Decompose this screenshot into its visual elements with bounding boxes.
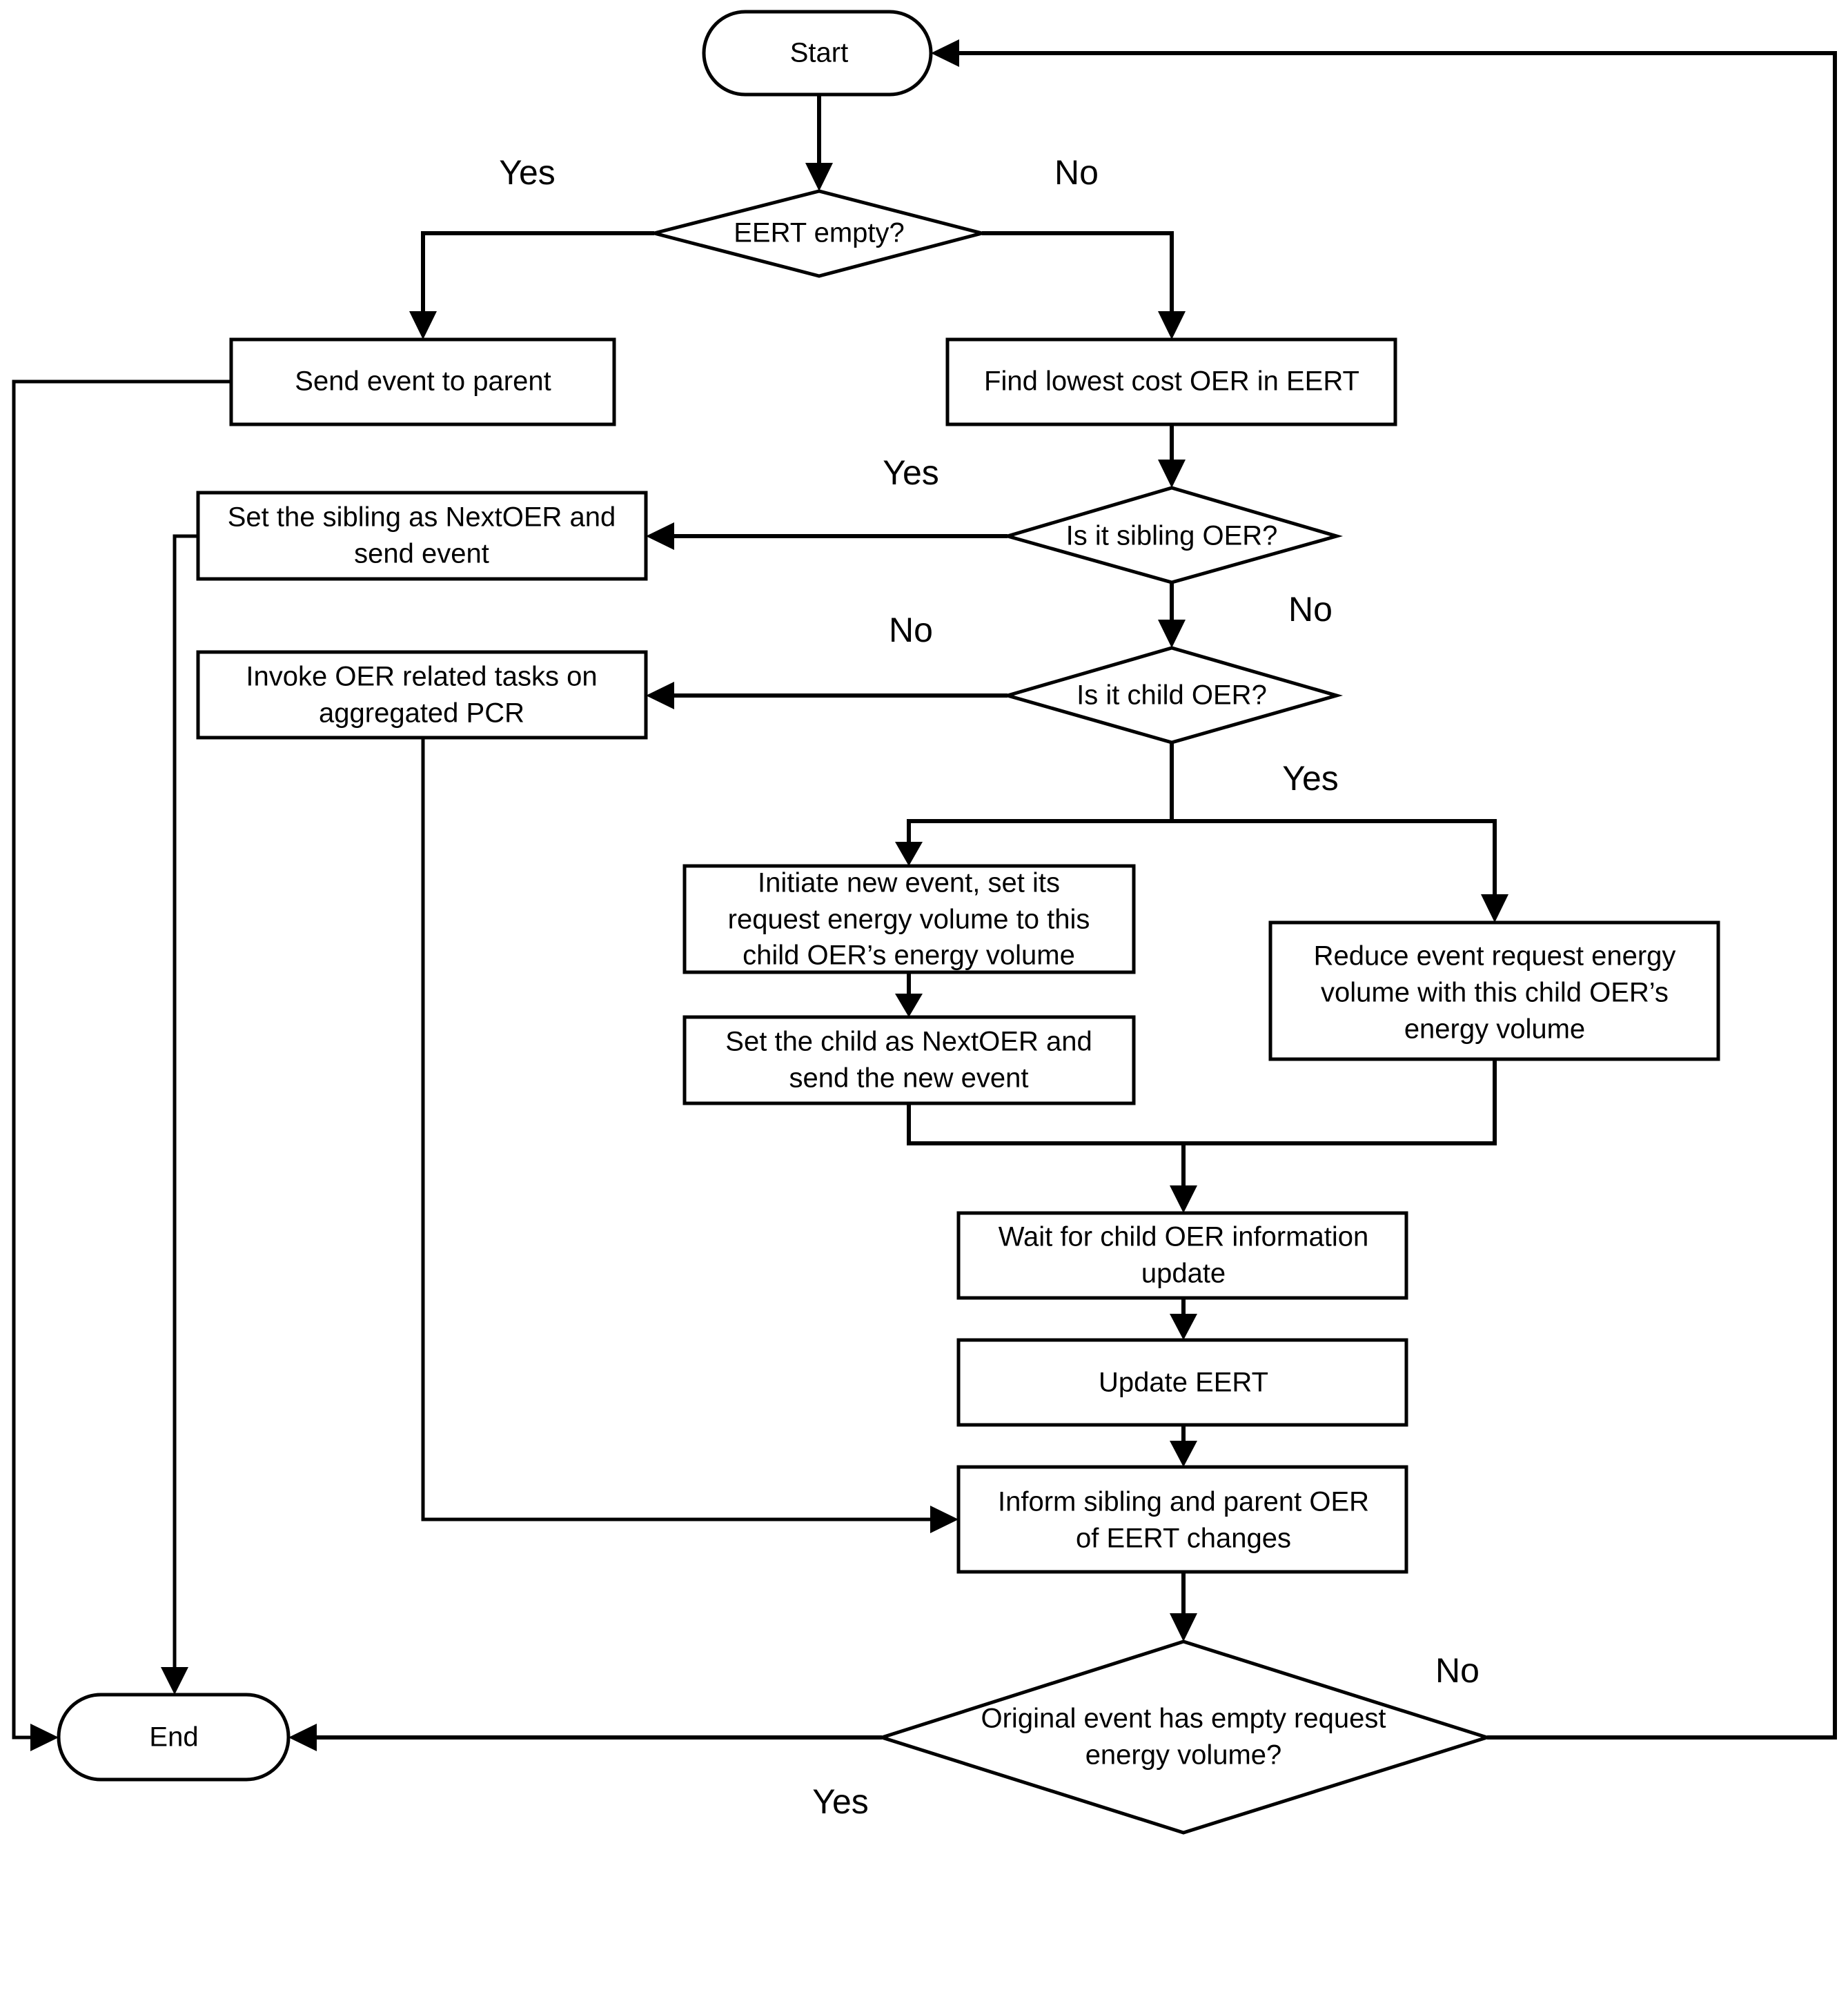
- node-update-eert-label: Update EERT: [1099, 1368, 1268, 1398]
- node-wait-update-label-2: update: [1141, 1259, 1226, 1289]
- arrowhead: [1170, 1314, 1197, 1340]
- node-inform: Inform sibling and parent OER of EERT ch…: [956, 1465, 1408, 1574]
- arrowhead: [1170, 1613, 1197, 1642]
- node-reduce-volume-label-1: Reduce event request energy: [1314, 941, 1676, 972]
- node-reduce-volume-label-3: energy volume: [1404, 1014, 1585, 1045]
- node-wait-update-label-1: Wait for child OER information: [999, 1222, 1368, 1252]
- arrowhead: [1170, 1441, 1197, 1467]
- label-child-yes: Yes: [1282, 759, 1339, 798]
- node-invoke-tasks-label-1: Invoke OER related tasks on: [246, 662, 597, 692]
- node-initiate-event-label-2: request energy volume to this: [728, 905, 1090, 935]
- node-reduce-volume: Reduce event request energy volume with …: [1268, 920, 1720, 1061]
- node-is-child: Is it child OER?: [1001, 646, 1344, 745]
- label-sibling-yes: Yes: [883, 453, 939, 492]
- node-is-sibling-label: Is it sibling OER?: [1066, 521, 1278, 551]
- node-start-label: Start: [790, 38, 848, 68]
- node-send-parent: Send event to parent: [229, 337, 616, 426]
- node-original-empty-label-1: Original event has empty request: [981, 1704, 1386, 1734]
- node-update-eert: Update EERT: [956, 1338, 1408, 1427]
- node-invoke-tasks: Invoke OER related tasks on aggregated P…: [196, 650, 648, 740]
- node-eert-empty-label: EERT empty?: [734, 218, 905, 248]
- node-inform-label-2: of EERT changes: [1076, 1524, 1291, 1554]
- arrowhead: [1158, 311, 1186, 339]
- node-find-lowest-label: Find lowest cost OER in EERT: [984, 366, 1359, 397]
- arrowhead: [931, 39, 959, 67]
- node-end-label: End: [149, 1722, 198, 1753]
- node-initiate-event-label-3: child OER’s energy volume: [743, 940, 1075, 971]
- arrowhead: [930, 1506, 959, 1533]
- node-original-empty: Original event has empty request energy …: [876, 1639, 1493, 1835]
- arrowhead: [646, 522, 674, 550]
- edge-set-sibling-to-end: [173, 534, 198, 1670]
- node-reduce-volume-label-2: volume with this child OER’s: [1321, 978, 1669, 1008]
- node-set-child-label-1: Set the child as NextOER and: [725, 1027, 1092, 1057]
- arrowhead: [805, 163, 833, 191]
- node-set-sibling-label-2: send event: [354, 539, 489, 569]
- node-initiate-event: Initiate new event, set its request ener…: [682, 864, 1136, 974]
- node-send-parent-label: Send event to parent: [295, 366, 551, 397]
- node-set-child: Set the child as NextOER and send the ne…: [682, 1015, 1136, 1105]
- node-original-empty-label-2: energy volume?: [1085, 1740, 1282, 1771]
- node-is-sibling: Is it sibling OER?: [1001, 486, 1344, 584]
- arrowhead: [895, 994, 923, 1017]
- node-start: Start: [702, 10, 933, 97]
- arrowhead: [646, 682, 674, 709]
- arrowhead: [895, 842, 923, 866]
- node-is-child-label: Is it child OER?: [1077, 680, 1267, 711]
- arrowhead: [1170, 1185, 1197, 1213]
- arrowhead: [409, 311, 437, 339]
- arrowhead: [1158, 460, 1186, 488]
- label-sibling-no: No: [1288, 590, 1333, 629]
- label-eert-no: No: [1054, 153, 1099, 192]
- node-inform-label-1: Inform sibling and parent OER: [998, 1487, 1369, 1517]
- node-invoke-tasks-label-2: aggregated PCR: [319, 698, 524, 729]
- node-initiate-event-label-1: Initiate new event, set its: [758, 868, 1060, 898]
- arrowhead: [1158, 620, 1186, 648]
- arrowhead: [1481, 894, 1508, 923]
- edge-eert-no: [982, 231, 1174, 314]
- edge-eert-yes: [421, 231, 654, 314]
- label-final-no: No: [1435, 1651, 1480, 1690]
- node-end: End: [57, 1693, 291, 1782]
- label-final-yes: Yes: [812, 1782, 869, 1821]
- edge-send-parent-to-end: [12, 380, 231, 1740]
- flowchart: Start EERT empty? Send event to parent F…: [12, 10, 1837, 1835]
- node-set-child-label-2: send the new event: [789, 1063, 1029, 1094]
- node-set-sibling: Set the sibling as NextOER and send even…: [196, 491, 648, 581]
- node-wait-update: Wait for child OER information update: [956, 1211, 1408, 1300]
- node-find-lowest: Find lowest cost OER in EERT: [945, 337, 1397, 426]
- node-eert-empty: EERT empty?: [653, 189, 989, 278]
- node-set-sibling-label-1: Set the sibling as NextOER and: [228, 502, 616, 533]
- edge-invoke-to-inform: [421, 738, 933, 1521]
- label-eert-yes: Yes: [499, 153, 556, 192]
- label-child-no: No: [889, 611, 933, 649]
- arrowhead: [30, 1724, 59, 1751]
- arrowhead: [161, 1667, 188, 1695]
- arrowhead: [288, 1724, 317, 1751]
